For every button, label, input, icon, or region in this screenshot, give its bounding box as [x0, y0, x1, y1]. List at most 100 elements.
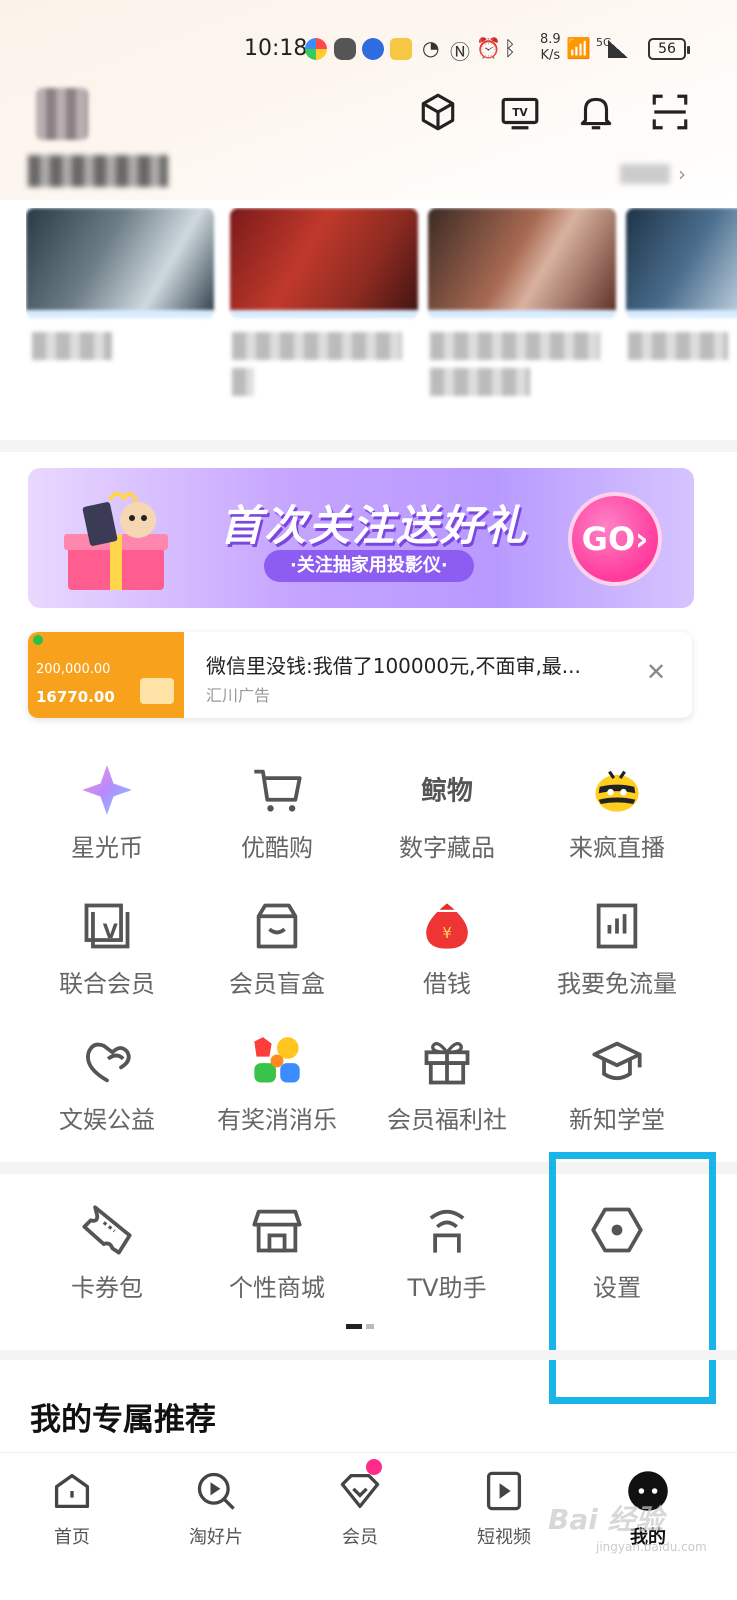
tab-label: 淘好片	[189, 1527, 243, 1548]
page-dot-active	[346, 1324, 362, 1329]
cube-icon[interactable]	[414, 88, 462, 136]
history-item[interactable]	[428, 208, 616, 318]
grid-item-label: 我要免流量	[557, 970, 677, 998]
app-notification-icon	[305, 38, 327, 60]
gift-box-icon	[56, 486, 186, 596]
svg-text:TV: TV	[512, 107, 528, 119]
history-caption	[32, 332, 112, 360]
section-divider	[0, 1350, 737, 1360]
history-more-label	[620, 164, 670, 184]
grid-item-youku-shop[interactable]: 优酷购	[192, 760, 362, 880]
svg-text:鲸物: 鲸物	[421, 776, 473, 807]
grid-item-label: 个性商城	[229, 1274, 325, 1302]
grid-item-knowledge-school[interactable]: 新知学堂	[532, 1032, 702, 1152]
grid-item-candy-game[interactable]: 有奖消消乐	[192, 1032, 362, 1152]
tab-home[interactable]: 首页	[22, 1467, 122, 1549]
grid-item-digital-collection[interactable]: 鲸物 数字藏品	[362, 760, 532, 880]
wifi-icon: 📶	[566, 36, 591, 60]
notification-dot	[366, 1459, 382, 1475]
wechat-icon	[334, 38, 356, 60]
history-item[interactable]	[626, 208, 737, 318]
history-title	[28, 155, 168, 187]
grid-item-label: 会员福利社	[387, 1106, 507, 1134]
svg-text:V: V	[103, 920, 118, 943]
explore-icon	[192, 1467, 240, 1515]
grid-item-laifeng-live[interactable]: 来疯直播	[532, 760, 702, 880]
candy-game-icon	[247, 1032, 307, 1092]
cat-app-icon	[390, 38, 412, 60]
history-caption	[430, 332, 600, 360]
grid-item-personal-mall[interactable]: 个性商城	[192, 1200, 362, 1320]
grid-item-tv-assistant[interactable]: TV助手	[362, 1200, 532, 1320]
grid-item-joint-vip[interactable]: V 联合会员	[22, 896, 192, 1016]
grid-item-label: 有奖消消乐	[217, 1106, 337, 1134]
vpn-icon: ◔	[422, 36, 440, 60]
status-bar: 10:18 ◔ Ⓝ ⏰ ᛒ 8.9 K/s 📶 5G 56	[0, 0, 737, 90]
tv-icon[interactable]: TV	[496, 88, 544, 136]
digital-collection-icon: 鲸物	[417, 760, 477, 820]
grid-item-label: TV助手	[407, 1274, 487, 1302]
baidu-icon	[362, 38, 384, 60]
tab-vip[interactable]: 会员	[310, 1459, 410, 1549]
status-time: 10:18	[244, 36, 308, 61]
grid-item-vip-welfare[interactable]: 会员福利社	[362, 1032, 532, 1152]
star-coin-icon	[77, 760, 137, 820]
history-caption	[430, 368, 530, 396]
history-caption	[232, 332, 402, 360]
blind-box-icon	[247, 896, 307, 956]
speed-value: 8.9	[540, 32, 561, 47]
ad-amount-1: 200,000.00	[36, 662, 111, 677]
avatar[interactable]	[36, 88, 88, 140]
settings-highlight-box	[549, 1152, 716, 1404]
grid-item-label: 借钱	[423, 970, 471, 998]
history-item[interactable]	[26, 208, 214, 318]
grid-item-label: 数字藏品	[399, 834, 495, 862]
money-bag-icon: ¥	[417, 896, 477, 956]
grid-item-label: 来疯直播	[569, 834, 665, 862]
grid-item-charity[interactable]: 文娱公益	[22, 1032, 192, 1152]
gift-icon	[417, 1032, 477, 1092]
ticket-icon	[77, 1200, 137, 1260]
watermark: Bai 经验	[548, 1503, 664, 1536]
graduation-cap-icon	[587, 1032, 647, 1092]
signal-icon	[608, 40, 628, 58]
ad-thumbnail: 200,000.00 16770.00	[28, 632, 184, 718]
bluetooth-icon: ᛒ	[504, 36, 516, 60]
grid-item-label: 优酷购	[241, 834, 313, 862]
close-icon[interactable]: ✕	[646, 658, 666, 686]
nfc-icon: Ⓝ	[450, 40, 470, 64]
ad-card[interactable]: 200,000.00 16770.00 微信里没钱:我借了100000元,不面审…	[28, 632, 692, 718]
tv-assistant-icon	[417, 1200, 477, 1260]
network-speed: 8.9 K/s	[540, 32, 561, 64]
grid-item-vip-blind-box[interactable]: 会员盲盒	[192, 896, 362, 1016]
tab-short-video[interactable]: 短视频	[454, 1467, 554, 1549]
history-more-link[interactable]: ›	[620, 162, 686, 186]
history-item[interactable]	[230, 208, 418, 318]
free-data-icon	[587, 896, 647, 956]
grid-item-free-data[interactable]: 我要免流量	[532, 896, 702, 1016]
grid-item-label: 会员盲盒	[229, 970, 325, 998]
watermark-sub: jingyan.baidu.com	[596, 1540, 707, 1554]
speed-unit: K/s	[540, 48, 561, 63]
bell-icon[interactable]	[572, 88, 620, 136]
go-button[interactable]: GO›	[568, 492, 662, 586]
grid-item-borrow-money[interactable]: ¥ 借钱	[362, 896, 532, 1016]
tab-label: 短视频	[477, 1527, 531, 1548]
tab-label: 会员	[342, 1527, 378, 1548]
grid-item-label: 新知学堂	[569, 1106, 665, 1134]
history-list	[26, 208, 737, 408]
page-dot	[366, 1324, 374, 1329]
promo-banner[interactable]: 首次关注送好礼 ·关注抽家用投影仪· GO›	[28, 468, 694, 608]
shop-icon	[247, 1200, 307, 1260]
tab-explore[interactable]: 淘好片	[166, 1467, 266, 1549]
scan-icon[interactable]	[646, 88, 694, 136]
cart-icon	[247, 760, 307, 820]
charity-icon	[77, 1032, 137, 1092]
grid-item-star-coin[interactable]: 星光币	[22, 760, 192, 880]
ad-amount-2: 16770.00	[36, 688, 115, 706]
grid-item-coupon-wallet[interactable]: 卡券包	[22, 1200, 192, 1320]
short-video-icon	[480, 1467, 528, 1515]
ad-title: 微信里没钱:我借了100000元,不面审,最...	[206, 654, 581, 678]
history-caption	[628, 332, 728, 360]
tab-label: 首页	[54, 1527, 90, 1548]
